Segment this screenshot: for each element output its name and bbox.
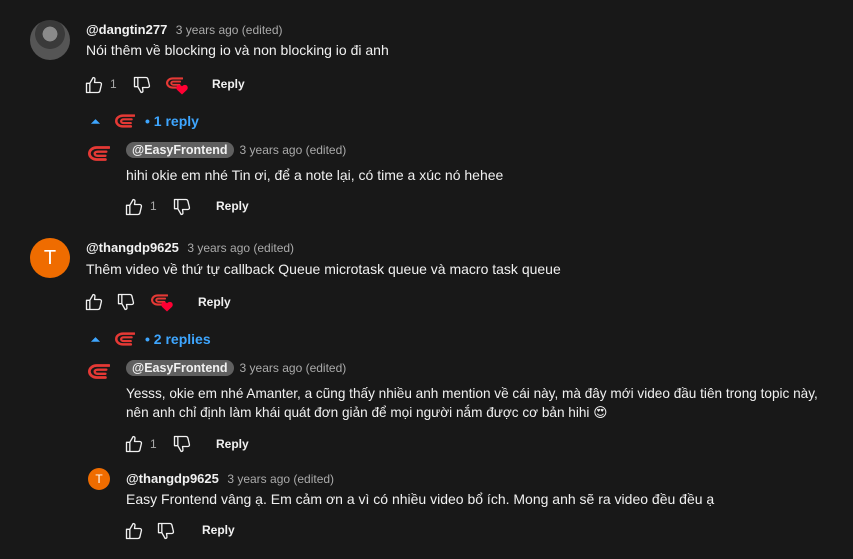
reply-button[interactable]: Reply	[198, 295, 231, 309]
reply-author[interactable]: @thangdp9625	[126, 471, 219, 486]
like-icon[interactable]	[124, 197, 144, 217]
comment-thread-1: @dangtin277 3 years ago (edited) Nói thê…	[0, 0, 853, 230]
dislike-icon[interactable]	[156, 521, 176, 541]
reply-text-line-1: Yesss, okie em nhé Amanter, a cũng thấy …	[126, 386, 818, 401]
comment-header: @dangtin277 3 years ago (edited)	[86, 21, 283, 39]
comment-timestamp[interactable]: 3 years ago (edited)	[176, 23, 283, 37]
reply-timestamp[interactable]: 3 years ago (edited)	[227, 472, 334, 486]
replies-toggle-label: • 2 replies	[145, 331, 211, 347]
reply-text: Easy Frontend vâng ạ. Em cảm ơn a vì có …	[126, 491, 715, 507]
reply-header: @thangdp9625 3 years ago (edited)	[126, 470, 334, 488]
creator-heart-icon	[166, 74, 190, 96]
like-icon[interactable]	[84, 292, 104, 312]
reply-timestamp[interactable]: 3 years ago (edited)	[240, 143, 347, 157]
reply-button[interactable]: Reply	[216, 437, 249, 451]
like-count: 1	[150, 437, 157, 451]
chevron-up-icon	[90, 335, 101, 343]
reply-text-line-2: nên anh chỉ định làm khái quát đơn giản …	[126, 405, 608, 420]
reply-header: @EasyFrontend 3 years ago (edited)	[126, 360, 346, 376]
comment-header: @thangdp9625 3 years ago (edited)	[86, 239, 294, 257]
avatar[interactable]	[30, 20, 70, 60]
like-count: 1	[150, 199, 157, 213]
like-count: 1	[110, 77, 117, 91]
reply-author-badge[interactable]: @EasyFrontend	[126, 142, 234, 158]
like-icon[interactable]	[124, 434, 144, 454]
chevron-up-icon	[90, 117, 101, 125]
like-icon[interactable]	[124, 521, 144, 541]
avatar[interactable]: T	[88, 468, 110, 490]
easyfrontend-logo-icon	[115, 332, 135, 346]
reply-text: hihi okie em nhé Tin ơi, để a note lại, …	[126, 167, 504, 183]
replies-toggle-label: • 1 reply	[145, 113, 199, 129]
comment-author[interactable]: @dangtin277	[86, 22, 167, 37]
comment-timestamp[interactable]: 3 years ago (edited)	[187, 241, 294, 255]
easyfrontend-logo-icon[interactable]	[88, 364, 110, 379]
dislike-icon[interactable]	[172, 434, 192, 454]
avatar[interactable]: T	[30, 238, 70, 278]
like-icon[interactable]	[84, 75, 104, 95]
easyfrontend-logo-icon[interactable]	[88, 146, 110, 161]
comment-text: Thêm video về thứ tự callback Queue micr…	[86, 261, 561, 277]
replies-toggle[interactable]: • 1 reply	[90, 110, 199, 132]
reply-button[interactable]: Reply	[202, 523, 235, 537]
comment-thread-2: T @thangdp9625 3 years ago (edited) Thêm…	[0, 230, 853, 559]
dislike-icon[interactable]	[116, 292, 136, 312]
reply-author-badge[interactable]: @EasyFrontend	[126, 360, 234, 376]
creator-heart-icon	[151, 291, 175, 313]
comment-author[interactable]: @thangdp9625	[86, 240, 179, 255]
reply-header: @EasyFrontend 3 years ago (edited)	[126, 142, 346, 158]
dislike-icon[interactable]	[172, 197, 192, 217]
comment-text: Nói thêm về blocking io và non blocking …	[86, 42, 389, 58]
replies-toggle[interactable]: • 2 replies	[90, 328, 211, 350]
reply-button[interactable]: Reply	[216, 199, 249, 213]
reply-timestamp[interactable]: 3 years ago (edited)	[240, 361, 347, 375]
dislike-icon[interactable]	[132, 75, 152, 95]
reply-button[interactable]: Reply	[212, 77, 245, 91]
easyfrontend-logo-icon	[115, 114, 135, 128]
